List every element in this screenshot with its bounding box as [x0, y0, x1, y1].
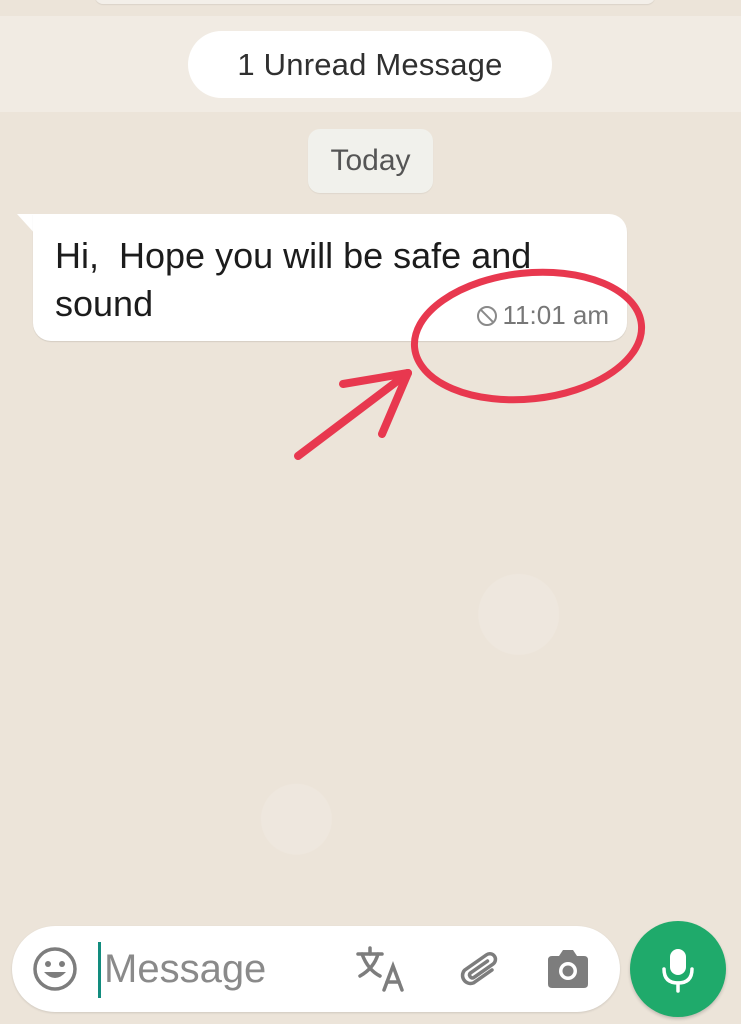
message-meta: 11:01 am — [475, 300, 609, 331]
emoji-icon[interactable] — [32, 946, 78, 992]
message-composer — [12, 926, 620, 1012]
voice-message-button[interactable] — [630, 921, 726, 1017]
date-separator-label: Today — [330, 144, 411, 177]
message-bubble[interactable]: Hi, Hope you will be safe and sound 11:0… — [33, 214, 627, 341]
camera-icon[interactable] — [544, 946, 592, 992]
translate-icon[interactable] — [354, 944, 406, 994]
text-caret — [98, 942, 101, 998]
paperclip-icon[interactable] — [456, 944, 506, 994]
microphone-icon — [662, 949, 694, 993]
previous-message-edge — [95, 0, 655, 4]
message-time: 11:01 am — [502, 300, 609, 330]
message-input[interactable] — [104, 936, 344, 1002]
blocked-icon — [476, 305, 497, 326]
unread-messages-label: 1 Unread Message — [237, 46, 503, 82]
unread-messages-banner: 1 Unread Message — [188, 31, 552, 98]
date-separator: Today — [308, 129, 433, 193]
